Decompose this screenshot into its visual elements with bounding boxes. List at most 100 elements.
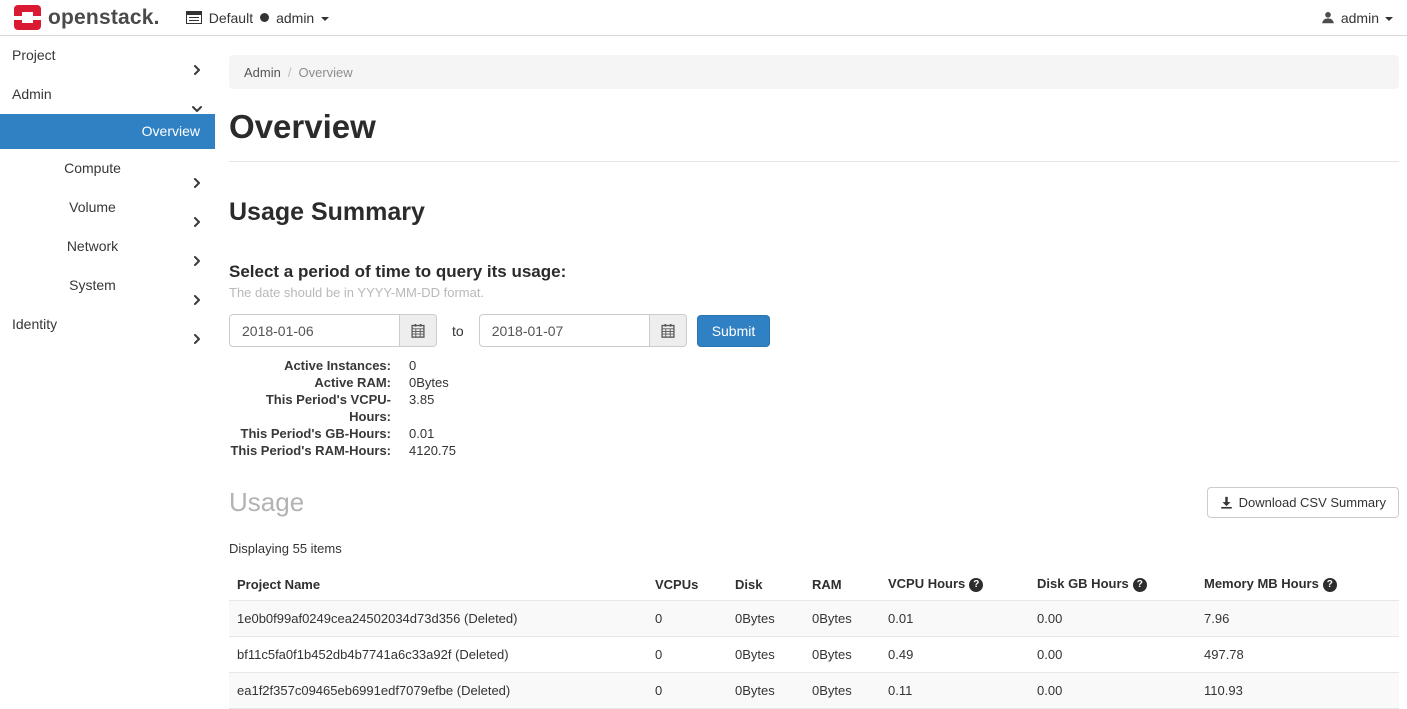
cell-disk-gb-hours: 0.00 [1029, 673, 1196, 709]
stat-value: 3.85 [409, 391, 434, 425]
column-label: RAM [812, 577, 842, 592]
download-csv-button[interactable]: Download CSV Summary [1207, 487, 1399, 518]
chevron-right-icon [192, 320, 202, 359]
table-row: bf11c5fa0f1b452db4b7741a6c33a92f (Delete… [229, 637, 1399, 673]
date-to-input[interactable] [479, 314, 650, 347]
sidebar-item-volume[interactable]: Volume [0, 188, 215, 227]
usage-table: Project Name VCPUs Disk RAM VCPU Hours D… [229, 568, 1399, 709]
download-icon [1220, 496, 1233, 509]
content-area: Admin / Overview Overview Usage Summary … [215, 36, 1407, 709]
calendar-icon[interactable] [400, 314, 437, 347]
breadcrumb: Admin / Overview [229, 55, 1399, 89]
submit-button[interactable]: Submit [697, 315, 771, 347]
cell-project-name: bf11c5fa0f1b452db4b7741a6c33a92f (Delete… [229, 637, 647, 673]
cell-memory-mb-hours: 497.78 [1196, 637, 1399, 673]
user-menu[interactable]: admin [1321, 10, 1393, 26]
sidebar-item-overview[interactable]: Overview [0, 114, 215, 149]
column-label: VCPUs [655, 577, 698, 592]
separator-dot-icon [260, 13, 269, 22]
stat-label: Active RAM: [229, 374, 391, 391]
col-ram: RAM [804, 568, 880, 601]
column-label: Project Name [237, 577, 320, 592]
domain-project-switcher[interactable]: Default admin [186, 10, 330, 26]
download-csv-label: Download CSV Summary [1239, 495, 1386, 510]
stat-ram-hours: This Period's RAM-Hours: 4120.75 [229, 442, 1399, 459]
breadcrumb-separator: / [288, 65, 292, 80]
date-from-group [229, 314, 437, 347]
col-vcpu-hours: VCPU Hours [880, 568, 1029, 601]
top-navbar: openstack. Default admin admin [0, 0, 1407, 36]
sidebar-item-admin[interactable]: Admin [0, 75, 215, 114]
cell-ram: 0Bytes [804, 601, 880, 637]
page-title: Overview [229, 108, 1399, 146]
breadcrumb-current: Overview [298, 65, 352, 80]
cell-vcpu-hours: 0.01 [880, 601, 1029, 637]
sidebar-item-label: System [69, 277, 116, 293]
help-question-icon[interactable] [969, 578, 983, 592]
col-memory-mb-hours: Memory MB Hours [1196, 568, 1399, 601]
date-from-input[interactable] [229, 314, 400, 347]
sidebar-item-project[interactable]: Project [0, 36, 215, 75]
cell-disk-gb-hours: 0.00 [1029, 637, 1196, 673]
sidebar-item-network[interactable]: Network [0, 227, 215, 266]
cell-disk: 0Bytes [727, 601, 804, 637]
sidebar-item-label: Project [12, 47, 56, 63]
usage-summary-heading: Usage Summary [229, 198, 1399, 227]
cell-vcpu-hours: 0.11 [880, 673, 1029, 709]
app-root: openstack. Default admin admin Project [0, 0, 1407, 709]
breadcrumb-admin-link[interactable]: Admin [244, 65, 281, 80]
cell-vcpus: 0 [647, 673, 727, 709]
table-row: ea1f2f357c09465eb6991edf7079efbe (Delete… [229, 673, 1399, 709]
calendar-icon[interactable] [650, 314, 687, 347]
cell-vcpus: 0 [647, 601, 727, 637]
usage-date-form: to Submit [229, 314, 1399, 347]
caret-down-icon [1385, 17, 1393, 21]
sidebar-item-label: Overview [142, 123, 200, 139]
items-count: Displaying 55 items [229, 541, 1399, 556]
stat-vcpu-hours: This Period's VCPU-Hours: 3.85 [229, 391, 1399, 425]
table-header-row: Project Name VCPUs Disk RAM VCPU Hours D… [229, 568, 1399, 601]
to-label: to [452, 323, 464, 339]
stat-label: This Period's VCPU-Hours: [229, 391, 391, 425]
cell-disk: 0Bytes [727, 637, 804, 673]
cell-project-name: 1e0b0f99af0249cea24502034d73d356 (Delete… [229, 601, 647, 637]
cell-memory-mb-hours: 7.96 [1196, 601, 1399, 637]
sidebar-item-label: Compute [64, 160, 121, 176]
sidebar-item-label: Network [67, 238, 118, 254]
column-label: Disk [735, 577, 762, 592]
stat-active-ram: Active RAM: 0Bytes [229, 374, 1399, 391]
main-layout: Project Admin Overview Compute Volume Ne… [0, 36, 1407, 709]
cell-ram: 0Bytes [804, 673, 880, 709]
stat-label: This Period's RAM-Hours: [229, 442, 391, 459]
stat-value: 0 [409, 357, 416, 374]
help-question-icon[interactable] [1323, 578, 1337, 592]
stat-value: 0Bytes [409, 374, 449, 391]
cell-memory-mb-hours: 110.93 [1196, 673, 1399, 709]
cell-vcpus: 0 [647, 637, 727, 673]
stat-value: 4120.75 [409, 442, 456, 459]
usage-section-header: Usage Download CSV Summary [229, 487, 1399, 518]
user-name: admin [1341, 10, 1379, 26]
sidebar-item-system[interactable]: System [0, 266, 215, 305]
sidebar-item-identity[interactable]: Identity [0, 305, 215, 344]
column-label: Disk GB Hours [1037, 576, 1129, 591]
col-disk: Disk [727, 568, 804, 601]
stat-label: Active Instances: [229, 357, 391, 374]
title-divider [229, 161, 1399, 162]
sidebar-item-compute[interactable]: Compute [0, 149, 215, 188]
column-label: VCPU Hours [888, 576, 965, 591]
brand-text: openstack. [48, 6, 160, 30]
cell-disk: 0Bytes [727, 673, 804, 709]
openstack-brand-link[interactable]: openstack. [14, 5, 160, 30]
stat-label: This Period's GB-Hours: [229, 425, 391, 442]
help-question-icon[interactable] [1133, 578, 1147, 592]
col-project-name: Project Name [229, 568, 647, 601]
stat-gb-hours: This Period's GB-Hours: 0.01 [229, 425, 1399, 442]
date-format-hint: The date should be in YYYY-MM-DD format. [229, 285, 1399, 300]
caret-down-icon [321, 17, 329, 21]
cell-project-name: ea1f2f357c09465eb6991edf7079efbe (Delete… [229, 673, 647, 709]
date-range-prompt: Select a period of time to query its usa… [229, 262, 1399, 282]
stat-active-instances: Active Instances: 0 [229, 357, 1399, 374]
domain-label: Default [209, 10, 253, 26]
user-icon [1321, 11, 1335, 25]
